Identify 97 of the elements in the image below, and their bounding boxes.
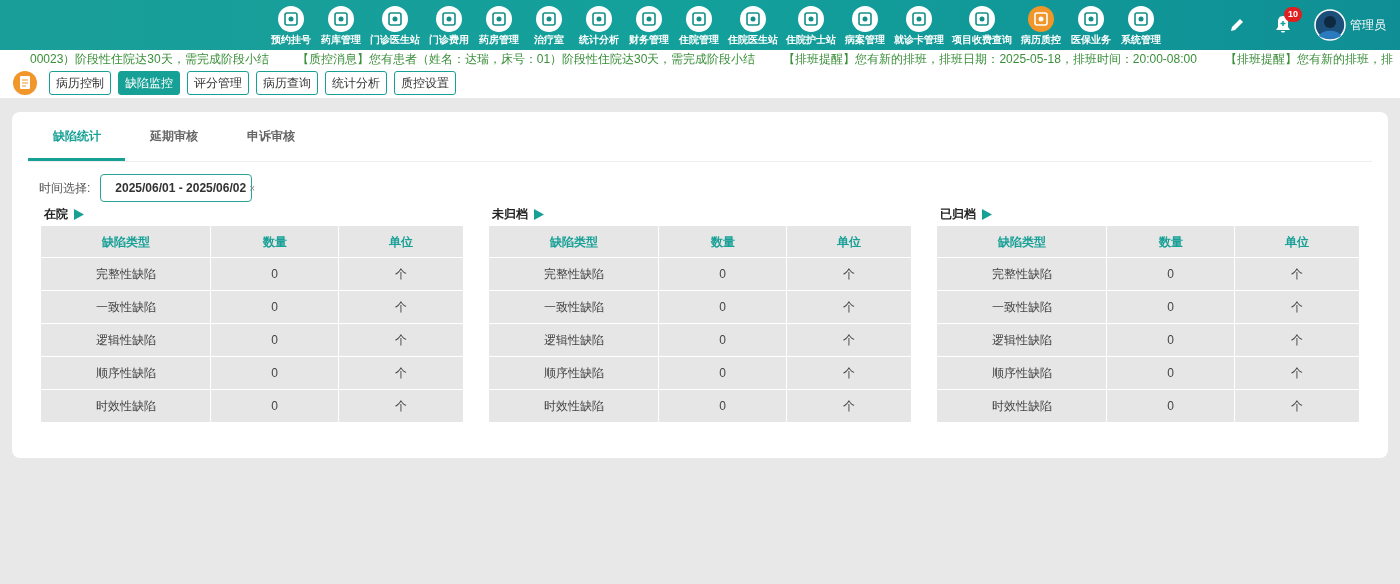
tab[interactable]: 延期审核	[125, 113, 222, 161]
table-cell: 顺序性缺陷	[488, 356, 659, 390]
table-cell: 个	[338, 356, 464, 390]
section-title: 未归档	[492, 206, 528, 223]
table-cell: 0	[1106, 323, 1235, 357]
table-cell: 0	[210, 389, 339, 423]
table-cell: 0	[210, 257, 339, 291]
table-cell: 一致性缺陷	[488, 290, 659, 324]
nav-item[interactable]: 住院管理	[674, 4, 724, 46]
module-button[interactable]: 缺陷监控	[118, 71, 180, 95]
table-cell: 顺序性缺陷	[40, 356, 211, 390]
table-cell: 一致性缺陷	[40, 290, 211, 324]
module-button[interactable]: 质控设置	[394, 71, 456, 95]
nav-item[interactable]: 门诊费用	[424, 4, 474, 46]
table-cell: 0	[210, 356, 339, 390]
column-header: 缺陷类型	[936, 225, 1107, 258]
user-name[interactable]: 管理员	[1350, 16, 1386, 34]
section-title: 已归档	[940, 206, 976, 223]
table-cell: 个	[338, 323, 464, 357]
clear-icon[interactable]: ×	[249, 180, 255, 196]
table-cell: 顺序性缺陷	[936, 356, 1107, 390]
column-header: 单位	[786, 225, 912, 258]
column-header: 单位	[338, 225, 464, 258]
table-cell: 个	[1234, 389, 1360, 423]
module-button[interactable]: 病历查询	[256, 71, 318, 95]
notice-text: 00023）阶段性住院达30天，需完成阶段小结	[30, 51, 269, 68]
module-button[interactable]: 评分管理	[187, 71, 249, 95]
nav-item[interactable]: 就诊卡管理	[890, 4, 948, 46]
table-cell: 一致性缺陷	[936, 290, 1107, 324]
column-header: 数量	[658, 225, 787, 258]
notice-text: 【排班提醒】您有新的排班，排	[1224, 51, 1393, 68]
nav-item[interactable]: 医保业务	[1066, 4, 1116, 46]
table-cell: 0	[1106, 290, 1235, 324]
nav-item[interactable]: 药库管理	[316, 4, 366, 46]
table-cell: 0	[1106, 257, 1235, 291]
table-cell: 逻辑性缺陷	[936, 323, 1107, 357]
table-cell: 个	[338, 290, 464, 324]
table-cell: 个	[786, 356, 912, 390]
table-cell: 个	[786, 323, 912, 357]
nav-item[interactable]: 门诊医生站	[366, 4, 424, 46]
play-icon[interactable]	[534, 208, 544, 220]
table-cell: 0	[658, 323, 787, 357]
table-cell: 时效性缺陷	[40, 389, 211, 423]
nav-item[interactable]: 项目收费查询	[948, 4, 1016, 46]
table-cell: 个	[338, 389, 464, 423]
table-cell: 0	[210, 290, 339, 324]
tab[interactable]: 申诉审核	[222, 113, 319, 161]
column-header: 缺陷类型	[40, 225, 211, 258]
table-cell: 个	[338, 257, 464, 291]
nav-item[interactable]: 药房管理	[474, 4, 524, 46]
notification-badge: 10	[1284, 7, 1302, 22]
table-cell: 完整性缺陷	[40, 257, 211, 291]
table-cell: 0	[658, 257, 787, 291]
module-button[interactable]: 病历控制	[49, 71, 111, 95]
play-icon[interactable]	[982, 208, 992, 220]
avatar-icon[interactable]	[1314, 9, 1346, 41]
table-cell: 个	[1234, 356, 1360, 390]
nav-item[interactable]: 住院医生站	[724, 4, 782, 46]
column-header: 数量	[210, 225, 339, 258]
table-cell: 时效性缺陷	[936, 389, 1107, 423]
column-header: 数量	[1106, 225, 1235, 258]
table-cell: 0	[210, 323, 339, 357]
table-cell: 0	[1106, 356, 1235, 390]
section-title: 在院	[44, 206, 68, 223]
play-icon[interactable]	[74, 208, 84, 220]
table-cell: 0	[658, 389, 787, 423]
table-cell: 个	[1234, 323, 1360, 357]
table-cell: 0	[658, 290, 787, 324]
nav-item[interactable]: 系统管理	[1116, 4, 1166, 46]
field-label: 时间选择:	[39, 180, 91, 197]
edit-icon[interactable]	[1228, 16, 1246, 34]
date-range-field[interactable]: 2025/06/01 - 2025/06/02 ×	[100, 174, 253, 202]
nav-item[interactable]: 病案管理	[840, 4, 890, 46]
column-header: 缺陷类型	[488, 225, 659, 258]
table-cell: 个	[786, 389, 912, 423]
notice-text: 【质控消息】您有患者（姓名：达瑞，床号：01）阶段性住院达30天，需完成阶段小结	[296, 51, 756, 68]
table-cell: 0	[658, 356, 787, 390]
table-cell: 完整性缺陷	[936, 257, 1107, 291]
table-cell: 个	[786, 290, 912, 324]
table-cell: 个	[1234, 257, 1360, 291]
tab[interactable]: 缺陷统计	[28, 113, 125, 161]
nav-item[interactable]: 住院护士站	[782, 4, 840, 46]
table-cell: 完整性缺陷	[488, 257, 659, 291]
nav-item[interactable]: 财务管理	[624, 4, 674, 46]
nav-item[interactable]: 预约挂号	[266, 4, 316, 46]
nav-item[interactable]: 治疗室	[524, 4, 574, 46]
column-header: 单位	[1234, 225, 1360, 258]
table-cell: 逻辑性缺陷	[40, 323, 211, 357]
nav-item[interactable]: 统计分析	[574, 4, 624, 46]
nav-item[interactable]: 病历质控	[1016, 4, 1066, 46]
table-cell: 逻辑性缺陷	[488, 323, 659, 357]
table-cell: 个	[1234, 290, 1360, 324]
table-cell: 时效性缺陷	[488, 389, 659, 423]
table-cell: 个	[786, 257, 912, 291]
table-cell: 0	[1106, 389, 1235, 423]
module-button[interactable]: 统计分析	[325, 71, 387, 95]
notice-text: 【排班提醒】您有新的排班，排班日期：2025-05-18，排班时间：20:00-08:00	[783, 51, 1197, 68]
